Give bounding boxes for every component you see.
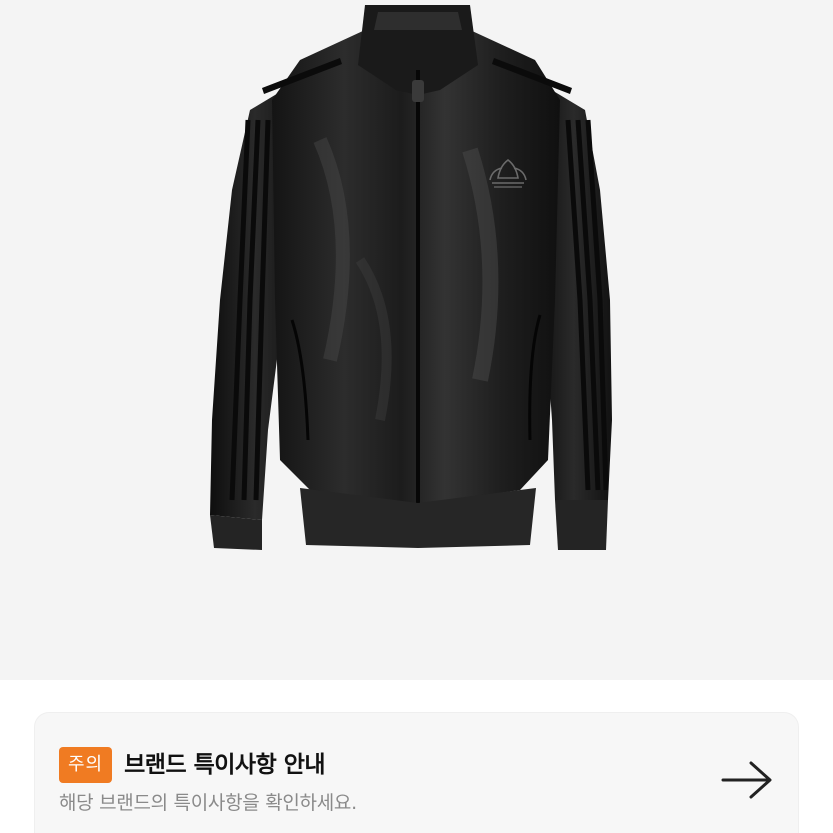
right-cuff: [555, 500, 608, 550]
brand-notice-card[interactable]: 주의 브랜드 특이사항 안내 해당 브랜드의 특이사항을 확인하세요.: [35, 713, 798, 833]
left-cuff: [210, 515, 262, 550]
notice-title-row: 주의 브랜드 특이사항 안내: [59, 747, 326, 783]
jacket-illustration: [210, 5, 612, 550]
notice-title: 브랜드 특이사항 안내: [124, 752, 326, 778]
arrow-right-icon[interactable]: [717, 755, 777, 805]
product-image[interactable]: [0, 0, 833, 680]
caution-badge: 주의: [59, 747, 113, 783]
page: 주의 브랜드 특이사항 안내 해당 브랜드의 특이사항을 확인하세요.: [0, 0, 833, 833]
notice-subtitle: 해당 브랜드의 특이사항을 확인하세요.: [59, 792, 357, 814]
